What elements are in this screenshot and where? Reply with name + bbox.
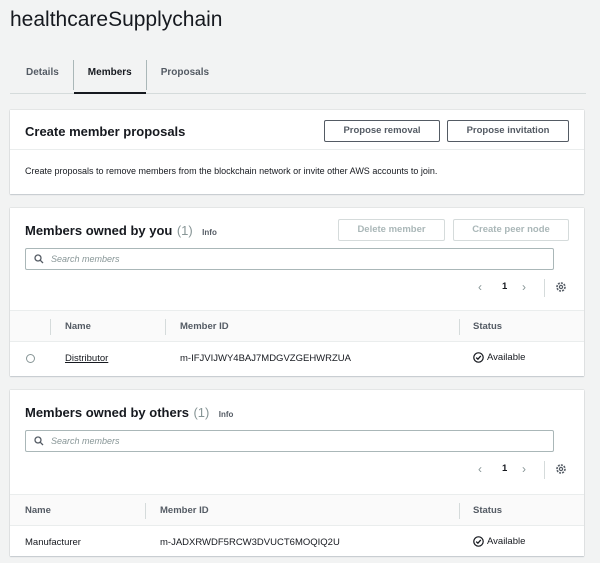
page-number[interactable]: 1 [502,281,507,292]
chevron-right-icon[interactable]: › [522,462,526,476]
search-input[interactable]: Search members [25,430,554,452]
status-text: Available [487,352,526,363]
column-header-status[interactable]: Status [473,505,502,516]
info-link[interactable]: Info [202,228,217,237]
status-text: Available [487,536,526,547]
member-id: m-IFJVIJWY4BAJ7MDGVZGEHWRZUA [180,353,352,364]
panel-header: Members owned by others (1) Info [25,404,233,422]
propose-removal-button[interactable]: Propose removal [324,120,440,142]
panel-title: Create member proposals [25,124,186,139]
chevron-left-icon[interactable]: ‹ [478,462,482,476]
create-peer-node-button[interactable]: Create peer node [453,219,569,241]
column-header-member-id[interactable]: Member ID [160,505,209,516]
table-row[interactable]: Manufacturer m-JADXRWDF5RCW3DVUCT6MOQIQ2… [10,528,584,558]
panel-title: Members owned by others [25,405,189,420]
page-title: healthcareSupplychain [10,8,223,31]
column-header-member-id[interactable]: Member ID [180,321,229,332]
table-header: Name Member ID Status [10,494,584,526]
member-name: Manufacturer [25,537,81,548]
gear-icon[interactable] [555,281,567,293]
divider [544,461,545,479]
column-header-status[interactable]: Status [473,321,502,332]
status-badge: Available [473,352,525,363]
panel-title: Members owned by you [25,223,173,238]
check-circle-icon [473,536,484,547]
proposals-description: Create proposals to remove members from … [25,166,438,176]
page-number[interactable]: 1 [502,463,507,474]
gear-icon[interactable] [555,463,567,475]
member-count: (1) [176,223,193,238]
pagination: ‹ 1 › [478,280,538,296]
row-select-radio[interactable] [26,354,35,363]
member-name-link[interactable]: Distributor [65,353,108,364]
search-input[interactable]: Search members [25,248,554,270]
panel-header: Create member proposals Propose removal … [10,110,584,150]
chevron-right-icon[interactable]: › [522,280,526,294]
create-proposals-panel: Create member proposals Propose removal … [10,110,584,194]
column-divider [145,503,146,519]
search-placeholder: Search members [51,436,120,446]
search-placeholder: Search members [51,254,120,264]
delete-member-button[interactable]: Delete member [338,219,445,241]
tab-members[interactable]: Members [73,56,146,94]
member-count: (1) [193,405,210,420]
divider [544,279,545,297]
search-icon [34,254,44,264]
members-owned-by-others-panel: Members owned by others (1) Info Search … [10,390,584,556]
chevron-left-icon[interactable]: ‹ [478,280,482,294]
tab-details[interactable]: Details [10,56,73,90]
column-header-name[interactable]: Name [25,505,51,516]
tab-bar: Details Members Proposals [10,56,586,94]
table-row[interactable]: Distributor m-IFJVIJWY4BAJ7MDGVZGEHWRZUA… [10,344,584,374]
table-header: Name Member ID Status [10,310,584,342]
search-icon [34,436,44,446]
check-circle-icon [473,352,484,363]
pagination: ‹ 1 › [478,462,538,478]
members-owned-by-you-panel: Members owned by you (1) Info Delete mem… [10,208,584,376]
column-divider [165,319,166,335]
info-link[interactable]: Info [219,410,234,419]
column-divider [50,319,51,335]
member-id: m-JADXRWDF5RCW3DVUCT6MOQIQ2U [160,537,340,548]
panel-header: Members owned by you (1) Info [25,222,217,240]
status-badge: Available [473,536,525,547]
column-header-name[interactable]: Name [65,321,91,332]
column-divider [459,319,460,335]
propose-invitation-button[interactable]: Propose invitation [447,120,569,142]
column-divider [459,503,460,519]
tab-proposals[interactable]: Proposals [147,56,223,90]
